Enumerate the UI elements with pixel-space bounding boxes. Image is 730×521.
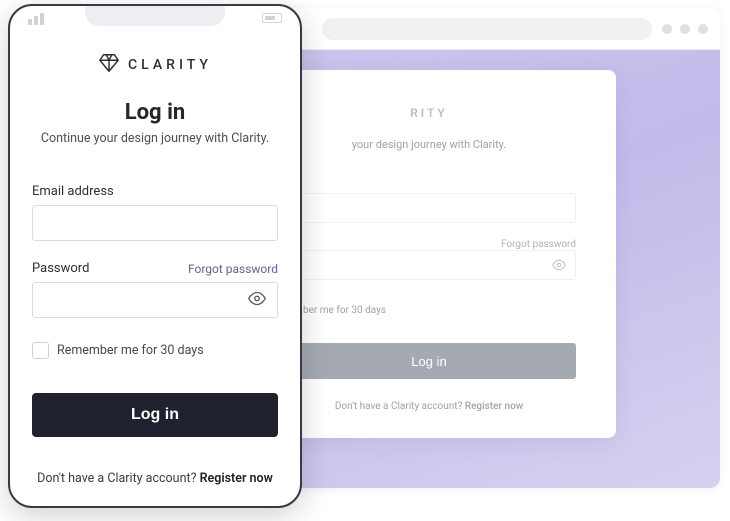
login-card-mobile: CLARITY Log in Continue your design jour… [10,6,300,486]
forgot-password-link[interactable]: Forgot password [188,262,278,276]
login-button[interactable]: Log in [32,393,278,437]
battery-icon [262,13,282,23]
eye-icon[interactable] [552,257,566,276]
device-notch [85,4,225,26]
toggle-password-button[interactable] [246,288,268,313]
login-subtitle: your design journey with Clarity. [282,138,576,151]
email-field[interactable] [282,193,576,223]
footer-text: Don't have a Clarity account? [335,401,465,412]
brand-row: CLARITY [32,52,278,78]
diamond-icon [98,52,120,78]
register-link[interactable]: Register now [465,401,523,412]
register-link[interactable]: Register now [200,471,273,486]
register-prompt: Don't have a Clarity account? Register n… [32,471,278,486]
remember-label: Remember me for 30 days [57,343,204,358]
remember-label: ber me for 30 days [303,305,386,316]
brand-text: CLARITY [128,57,212,73]
password-field[interactable] [282,250,576,280]
signal-icon [28,13,44,25]
forgot-password-link[interactable]: Forgot password [501,239,576,250]
password-field[interactable] [32,282,278,318]
close-icon[interactable] [698,24,708,34]
login-button[interactable]: Log in [282,343,576,379]
url-bar[interactable] [322,18,652,40]
email-label: ress [282,177,576,188]
email-label: Email address [32,184,278,199]
login-heading: Log in [32,100,278,125]
remember-row: ber me for 30 days [282,304,576,317]
window-controls [662,24,708,34]
brand-text: RITY [282,106,576,120]
mobile-device-frame: CLARITY Log in Continue your design jour… [8,4,302,508]
login-subtitle: Continue your design journey with Clarit… [32,131,278,146]
password-label: Password [32,261,89,276]
footer-text: Don't have a Clarity account? [37,471,199,486]
register-prompt: Don't have a Clarity account? Register n… [282,401,576,412]
email-field[interactable] [32,205,278,241]
eye-icon [248,296,266,311]
remember-checkbox[interactable] [32,342,49,359]
remember-row: Remember me for 30 days [32,342,278,359]
minimize-icon[interactable] [662,24,672,34]
maximize-icon[interactable] [680,24,690,34]
